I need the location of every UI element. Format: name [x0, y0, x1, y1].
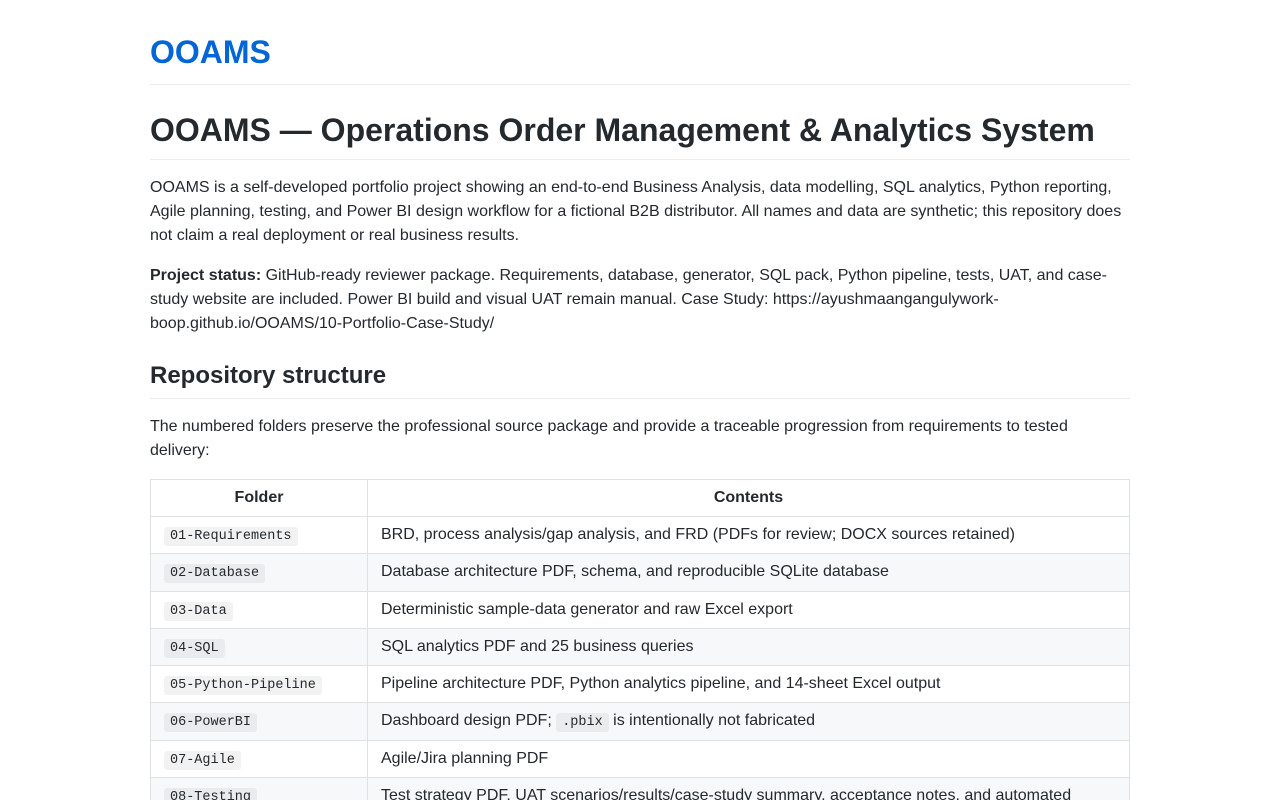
table-row: 06-PowerBI Dashboard design PDF; .pbix i…	[150, 702, 1130, 741]
folder-cell: 07-Agile	[150, 739, 368, 778]
folder-name: 04-SQL	[164, 638, 225, 658]
folder-cell: 04-SQL	[150, 627, 368, 667]
contents-cell: Dashboard design PDF; .pbix is intention…	[367, 702, 1130, 741]
table-row: 05-Python-Pipeline Pipeline architecture…	[150, 664, 1130, 704]
contents-cell: Database architecture PDF, schema, and r…	[367, 553, 1130, 592]
site-header: OOAMS	[150, 30, 1130, 85]
folder-name: 07-Agile	[164, 750, 241, 770]
table-row: 02-Database Database architecture PDF, s…	[150, 553, 1130, 592]
page-container: OOAMS OOAMS — Operations Order Managemen…	[150, 0, 1130, 800]
contents-cell: SQL analytics PDF and 25 business querie…	[367, 627, 1130, 667]
folder-cell: 01-Requirements	[150, 515, 368, 555]
contents-cell: BRD, process analysis/gap analysis, and …	[367, 515, 1130, 555]
file-extension-code: .pbix	[556, 713, 609, 733]
contents-cell: Deterministic sample-data generator and …	[367, 590, 1130, 629]
table-row: 03-Data Deterministic sample-data genera…	[150, 590, 1130, 629]
table-header-row: Folder Contents	[150, 479, 1130, 517]
contents-text: is intentionally not fabricated	[608, 712, 816, 730]
site-title-link[interactable]: OOAMS	[150, 30, 271, 74]
table-row: 04-SQL SQL analytics PDF and 25 business…	[150, 627, 1130, 667]
page-title: OOAMS — Operations Order Management & An…	[150, 109, 1130, 160]
folder-name: 06-PowerBI	[164, 713, 258, 733]
folder-cell: 06-PowerBI	[150, 702, 368, 741]
folder-name: 08-Testing	[164, 787, 258, 800]
folder-name: 02-Database	[164, 564, 266, 584]
contents-cell: Test strategy PDF, UAT scenarios/results…	[367, 776, 1130, 800]
project-status-paragraph: Project status: GitHub-ready reviewer pa…	[150, 264, 1130, 336]
folder-name: 05-Python-Pipeline	[164, 676, 322, 695]
contents-cell: Pipeline architecture PDF, Python analyt…	[367, 664, 1130, 704]
folder-cell: 05-Python-Pipeline	[150, 664, 368, 704]
intro-paragraph: OOAMS is a self-developed portfolio proj…	[150, 179, 1122, 244]
folder-cell: 03-Data	[150, 590, 368, 629]
contents-text: Dashboard design PDF;	[381, 712, 557, 730]
folder-name: 03-Data	[164, 601, 233, 621]
table-row: 08-Testing Test strategy PDF, UAT scenar…	[150, 776, 1130, 800]
repository-structure-description: The numbered folders preserve the profes…	[150, 418, 1068, 459]
folder-cell: 02-Database	[150, 553, 368, 592]
project-status-text: GitHub-ready reviewer package. Requireme…	[150, 267, 1107, 332]
table-row: 01-Requirements BRD, process analysis/ga…	[150, 515, 1130, 555]
project-status-label: Project status:	[150, 267, 262, 284]
repository-structure-table: Folder Contents 01-Requirements BRD, pro…	[150, 479, 1130, 800]
column-header-folder: Folder	[150, 479, 368, 517]
table-row: 07-Agile Agile/Jira planning PDF	[150, 739, 1130, 778]
contents-cell: Agile/Jira planning PDF	[367, 739, 1130, 778]
folder-name: 01-Requirements	[164, 527, 298, 546]
folder-cell: 08-Testing	[150, 776, 368, 800]
column-header-contents: Contents	[367, 479, 1130, 517]
repository-structure-heading: Repository structure	[150, 360, 1130, 399]
